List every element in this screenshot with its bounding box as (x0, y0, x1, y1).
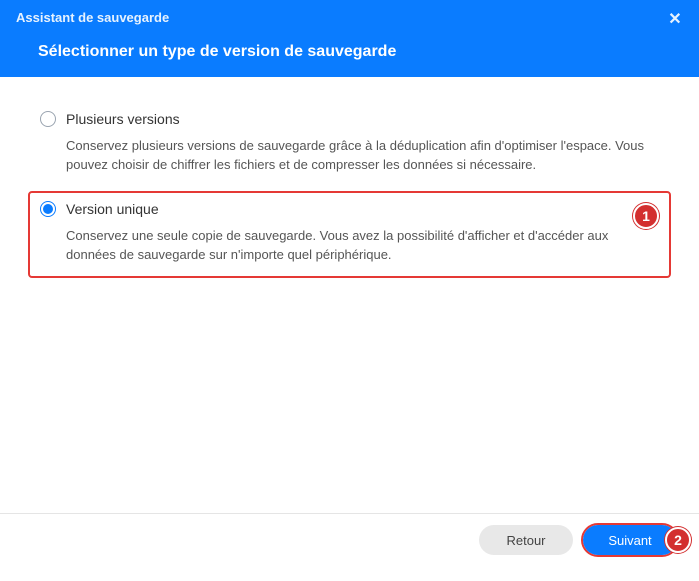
option-description: Conservez une seule copie de sauvegarde.… (66, 227, 659, 265)
option-row: Version unique (40, 201, 659, 217)
option-multi-version[interactable]: Plusieurs versions Conservez plusieurs v… (28, 101, 671, 189)
option-title: Version unique (66, 201, 159, 217)
step-title: Sélectionner un type de version de sauve… (38, 43, 683, 61)
dialog-header: Assistant de sauvegarde Sélectionner un … (0, 0, 699, 77)
callout-badge-1: 1 (633, 203, 659, 229)
close-icon[interactable]: ✕ (665, 10, 685, 30)
radio-multi-version[interactable] (40, 111, 56, 127)
wizard-title: Assistant de sauvegarde (16, 10, 683, 25)
next-button-highlight: Suivant 2 (581, 523, 679, 557)
callout-badge-2: 2 (665, 527, 691, 553)
dialog-footer: Retour Suivant 2 (0, 513, 699, 566)
option-single-version[interactable]: Version unique Conservez une seule copie… (28, 191, 671, 279)
option-row: Plusieurs versions (40, 111, 659, 127)
radio-single-version[interactable] (40, 201, 56, 217)
dialog-body: Plusieurs versions Conservez plusieurs v… (0, 77, 699, 513)
option-title: Plusieurs versions (66, 111, 180, 127)
next-button[interactable]: Suivant (583, 525, 677, 555)
option-description: Conservez plusieurs versions de sauvegar… (66, 137, 659, 175)
back-button[interactable]: Retour (479, 525, 573, 555)
